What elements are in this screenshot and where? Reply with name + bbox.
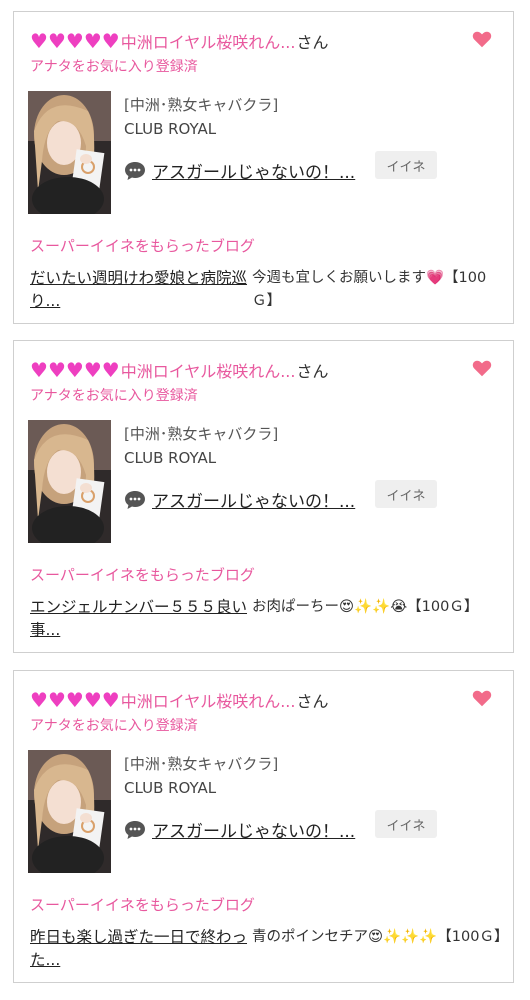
speech-bubble-icon — [125, 490, 145, 509]
favorite-card: ♥ ♥ ♥ ♥ ♥ 中洲ロイヤル桜咲れん... さん アナタをお気に入り登録済 [中洲･… — [13, 670, 514, 983]
pink-heart-icon: ♥ — [47, 688, 66, 712]
cast-name-link[interactable]: 中洲ロイヤル桜咲れん... — [121, 688, 296, 712]
cast-photo[interactable] — [28, 750, 111, 873]
card-header: ♥ ♥ ♥ ♥ ♥ 中洲ロイヤル桜咲れん... さん — [30, 687, 328, 713]
super-iine-label: スーパーイイネをもらったブログ — [30, 566, 255, 584]
pink-heart-icon: ♥ — [101, 29, 120, 53]
favorite-heart-icon[interactable] — [471, 687, 493, 709]
cast-name-link[interactable]: 中洲ロイヤル桜咲れん... — [121, 29, 296, 53]
favorite-card: ♥ ♥ ♥ ♥ ♥ 中洲ロイヤル桜咲れん... さん アナタをお気に入り登録済 [中洲･… — [13, 11, 514, 324]
pink-heart-icon: ♥ — [30, 688, 48, 712]
pink-heart-icon: ♥ — [83, 688, 102, 712]
heart-rating: ♥ ♥ ♥ ♥ ♥ — [30, 359, 120, 381]
pink-heart-icon: ♥ — [83, 29, 102, 53]
pink-heart-icon: ♥ — [83, 358, 102, 382]
honorific: さん — [296, 33, 329, 52]
favorite-heart-icon[interactable] — [471, 28, 493, 50]
cast-photo[interactable] — [28, 91, 111, 214]
pink-heart-icon: ♥ — [101, 358, 120, 382]
comment-link[interactable]: アスガールじゃないの！... — [124, 158, 355, 183]
card-header: ♥ ♥ ♥ ♥ ♥ 中洲ロイヤル桜咲れん... さん — [30, 357, 328, 383]
blog-description: 青のポインセチア😍✨✨✨【100Ｇ】 — [252, 929, 509, 945]
pink-heart-icon: ♥ — [47, 29, 66, 53]
cast-photo[interactable] — [28, 420, 111, 543]
card-header: ♥ ♥ ♥ ♥ ♥ 中洲ロイヤル桜咲れん... さん — [30, 28, 328, 54]
super-iine-label: スーパーイイネをもらったブログ — [30, 896, 255, 914]
pink-heart-icon: ♥ — [101, 688, 120, 712]
pink-heart-icon: ♥ — [65, 29, 84, 53]
shop-name: CLUB ROYAL — [124, 120, 217, 138]
cast-name-link[interactable]: 中洲ロイヤル桜咲れん... — [121, 358, 296, 382]
honorific: さん — [296, 362, 329, 381]
shop-area: [中洲･熟女キャバクラ] — [124, 96, 279, 114]
speech-bubble-icon — [125, 820, 145, 839]
shop-area: [中洲･熟女キャバクラ] — [124, 755, 279, 773]
shop-name: CLUB ROYAL — [124, 779, 217, 797]
iine-button[interactable]: イイネ — [375, 480, 437, 508]
favorite-heart-icon[interactable] — [471, 357, 493, 379]
super-iine-label: スーパーイイネをもらったブログ — [30, 237, 255, 255]
favorite-status: アナタをお気に入り登録済 — [30, 388, 198, 404]
comment-text[interactable]: アスガールじゃないの！... — [152, 158, 355, 183]
pink-heart-icon: ♥ — [47, 358, 66, 382]
blog-title-link[interactable]: エンジェルナンバー５５５良い事... — [30, 596, 248, 642]
shop-name: CLUB ROYAL — [124, 449, 217, 467]
iine-button[interactable]: イイネ — [375, 810, 437, 838]
comment-text[interactable]: アスガールじゃないの！... — [152, 487, 355, 512]
blog-description: お肉ぱーちー😍✨✨😭【100Ｇ】 — [252, 599, 479, 615]
pink-heart-icon: ♥ — [65, 358, 84, 382]
blog-description: 今週も宜しくお願いします💗【100Ｇ】 — [252, 270, 487, 309]
heart-rating: ♥ ♥ ♥ ♥ ♥ — [30, 30, 120, 52]
blog-title-link[interactable]: だいたい週明けわ愛娘と病院巡り... — [30, 267, 248, 313]
comment-link[interactable]: アスガールじゃないの！... — [124, 817, 355, 842]
favorite-card: ♥ ♥ ♥ ♥ ♥ 中洲ロイヤル桜咲れん... さん アナタをお気に入り登録済 [中洲･… — [13, 340, 514, 653]
comment-text[interactable]: アスガールじゃないの！... — [152, 817, 355, 842]
honorific: さん — [296, 692, 329, 711]
favorite-status: アナタをお気に入り登録済 — [30, 59, 198, 75]
shop-area: [中洲･熟女キャバクラ] — [124, 425, 279, 443]
pink-heart-icon: ♥ — [30, 358, 48, 382]
favorite-status: アナタをお気に入り登録済 — [30, 718, 198, 734]
heart-rating: ♥ ♥ ♥ ♥ ♥ — [30, 689, 120, 711]
pink-heart-icon: ♥ — [65, 688, 84, 712]
blog-title-link[interactable]: 昨日も楽し過ぎた一日で終わった... — [30, 926, 248, 972]
pink-heart-icon: ♥ — [30, 29, 48, 53]
iine-button[interactable]: イイネ — [375, 151, 437, 179]
speech-bubble-icon — [125, 161, 145, 180]
comment-link[interactable]: アスガールじゃないの！... — [124, 487, 355, 512]
